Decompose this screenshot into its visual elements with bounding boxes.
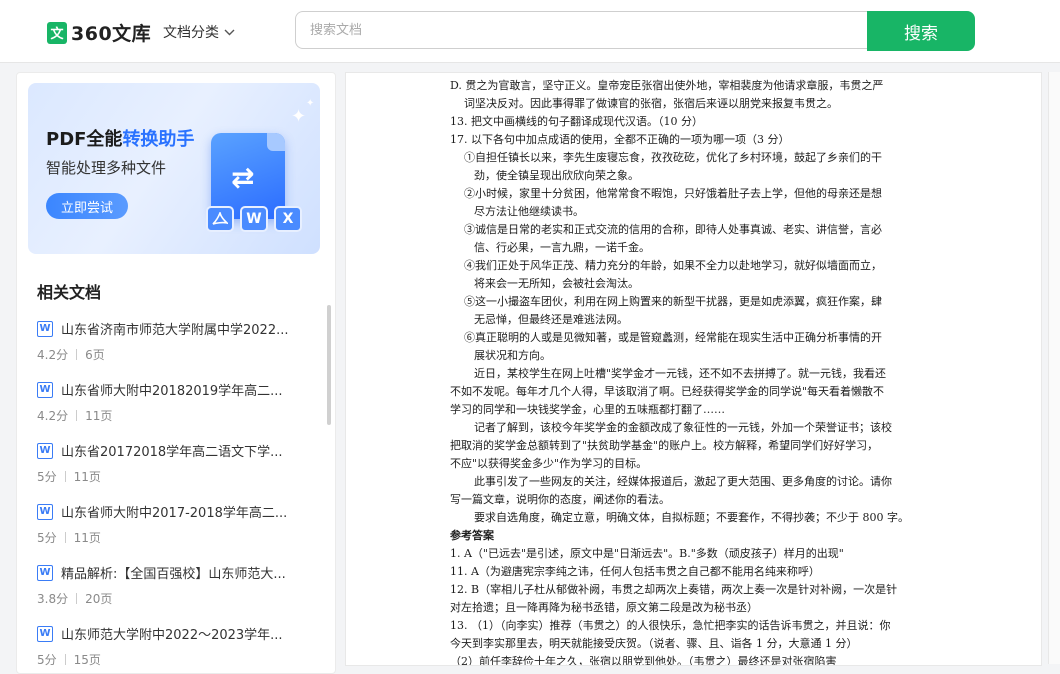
sparkle-icon: ✦ [306,98,315,109]
list-item[interactable]: W 山东省师大附中20182019学年高二... 4.2分 11页 [37,380,327,441]
doc-title[interactable]: 山东师范大学附中2022～2023学年... [61,624,306,643]
document-line: 13. 把文中画横线的句子翻译成现代汉语。（10 分） [450,115,703,128]
document-line: 无忌惮，但最终还是难逃法网。 [474,313,628,326]
document-line: ③诚信是日常的老实和正式交流的信用的合称，即待人处事真诚、老实、讲信誉，言必 [464,223,882,236]
word-doc-icon: W [37,625,53,642]
related-docs-list: W 山东省济南市师范大学附属中学2022... 4.2分 6页 W 山东省师大附中… [37,319,327,673]
category-label: 文档分类 [163,25,219,41]
doc-title[interactable]: 山东省师大附中20182019学年高二... [61,380,306,399]
document-viewer[interactable]: D. 贯之为官敢言，坚守正义。皇帝宠臣张宿出使外地，宰相裴度为他请求章服，韦贯之… [345,72,1042,666]
document-line: 近日，某校学生在网上吐槽"奖学金才一元钱，还不如不去拼搏了。就一元钱，我看还 [474,367,887,380]
related-docs-title: 相关文档 [37,283,102,302]
document-page: D. 贯之为官敢言，坚守正义。皇帝宠臣张宿出使外地，宰相裴度为他请求章服，韦贯之… [450,77,940,666]
document-line: 不如不发呢。每年才几个人得，早该取消了啊。已经获得奖学金的同学说"每天看着懒散不 [450,385,885,398]
document-line: 17. 以下各句中加点成语的使用，全都不正确的一项为哪一项（3 分） [450,133,790,146]
site-logo[interactable]: 文 360文库 [47,19,151,46]
doc-score: 5分 [37,470,57,484]
logo-text: 360文库 [71,23,152,45]
pdf-converter-banner[interactable]: PDF全能转换助手 智能处理多种文件 立即尝试 ✦ ✦ ⇄ W X [28,83,320,254]
document-line: 尽方法让他继续读书。 [474,205,584,218]
document-line: D. 贯之为官敢言，坚守正义。皇帝宠臣张宿出使外地，宰相裴度为他请求章服，韦贯之… [450,79,884,92]
document-line: 今天到李实那里去，明天就能接受庆贺。（说者、骤、且、诣各 1 分，大意通 1 分… [450,637,858,650]
word-doc-icon: W [37,564,53,581]
document-line: 12. B（宰相儿子杜从郁做补阙，韦贯之却两次上奏错，两次上奏一次是针对补阙，一… [450,583,898,596]
doc-score: 3.8分 [37,592,69,606]
document-line: 将来会一无所知，会被社会淘汰。 [474,277,639,290]
doc-pages: 11页 [85,409,113,423]
doc-pages: 6页 [85,348,105,362]
doc-pages: 15页 [73,653,101,667]
list-item[interactable]: W 山东师范大学附中2022～2023学年... 5分 15页 [37,624,327,673]
list-item[interactable]: W 精品解析:【全国百强校】山东师范大... 3.8分 20页 [37,563,327,624]
document-line: ④我们正处于风华正茂、精力充分的年龄，如果不全力以赴地学习，就好似墙面而立， [464,259,882,272]
document-line: 要求自选角度，确定立意，明确文体，自拟标题；不要套作，不得抄袭；不少于 800 … [474,511,909,524]
banner-title-highlight: 转换助手 [122,129,195,150]
doc-pages: 11页 [73,531,101,545]
list-item[interactable]: W 山东省20172018学年高二语文下学... 5分 11页 [37,441,327,502]
document-line: 劲，使全镇呈现出欣欣向荣之象。 [474,169,639,182]
document-line: 词坚决反对。因此事得罪了做谏官的张宿，张宿后来诬以朋党来报复韦贯之。 [464,97,838,110]
doc-score: 5分 [37,531,57,545]
doc-pages: 20页 [85,592,113,606]
category-dropdown[interactable]: 文档分类 [163,22,235,42]
document-line: 记者了解到，该校今年奖学金的金额改成了象征性的一元钱，外加一个荣誉证书；该校 [474,421,892,434]
sidebar: PDF全能转换助手 智能处理多种文件 立即尝试 ✦ ✦ ⇄ W X 相关文档 W… [16,72,336,674]
document-line: 展状况和方向。 [474,349,551,362]
search-input[interactable] [295,11,867,49]
document-line: ①自担任镇长以来，李先生废寝忘食，孜孜矻矻，优化了乡村环境，鼓起了乡亲们的干 [464,151,882,164]
word-doc-icon: W [37,381,53,398]
document-line: 写一篇文章，说明你的态度，阐述你的看法。 [450,493,670,506]
document-line: 此事引发了一些网友的关注，经媒体报道后，激起了更大范围、更多角度的讨论。请你 [474,475,892,488]
document-line: 1. A（"已远去"是引述，原文中是"日渐远去"。B."多数（顽皮孩子）样月的出… [450,547,844,560]
banner-title: PDF全能转换助手 [46,125,194,151]
document-line: 把取消的奖学金总额转到了"扶贫助学基金"的账户上。校方解释，希望同学们好好学习， [450,439,879,452]
doc-pages: 11页 [73,470,101,484]
converter-illustration: ✦ ✦ ⇄ W X [206,98,314,238]
sidebar-scrollbar[interactable] [327,305,331,425]
doc-title[interactable]: 精品解析:【全国百强校】山东师范大... [61,563,306,582]
doc-score: 4.2分 [37,409,69,423]
document-line: ⑤这一小撮盗车团伙，利用在网上购置来的新型干扰器，更是如虎添翼，疯狂作案，肆 [464,295,882,308]
document-line: ⑥真正聪明的人或是见微知著，或是管窥蠡测，经常能在现实生活中正确分析事情的开 [464,331,882,344]
try-now-button[interactable]: 立即尝试 [46,193,128,219]
list-item[interactable]: W 山东省济南市师范大学附属中学2022... 4.2分 6页 [37,319,327,380]
doc-score: 5分 [37,653,57,667]
doc-title[interactable]: 山东省济南市师范大学附属中学2022... [61,319,306,338]
word-doc-icon: W [37,320,53,337]
doc-title[interactable]: 山东省20172018学年高二语文下学... [61,441,306,460]
doc-score: 4.2分 [37,348,69,362]
word-doc-icon: W [37,442,53,459]
word-doc-icon: W [37,503,53,520]
document-line: 11. A（为避唐宪宗李纯之讳，任何人包括韦贯之自己都不能用名纯来称呼） [450,565,820,578]
search-bar: 搜索 [295,11,975,51]
document-line: 对左拾遗；且一降再降为秘书丞错，原文第二段是改为秘书丞） [450,601,758,614]
word-icon: W [240,206,268,232]
chevron-down-icon [224,26,235,39]
logo-icon: 文 [47,21,67,44]
excel-icon: X [274,206,302,232]
right-panel-edge [1048,72,1060,664]
document-line: 不应"以获得奖金多少"作为学习的目标。 [450,457,648,470]
banner-subtitle: 智能处理多种文件 [46,159,167,177]
document-line: 信、行必果，一言九鼎，一诺千金。 [474,241,650,254]
doc-title[interactable]: 山东省师大附中2017-2018学年高二... [61,502,306,521]
pdf-icon [206,206,234,232]
sparkle-icon: ✦ [291,106,307,127]
document-line: 参考答案 [450,529,494,542]
banner-title-plain: PDF全能 [46,129,123,150]
document-line: 学习的同学和一块钱奖学金，心里的五味瓶都打翻了…… [450,403,725,416]
top-bar: 文 360文库 文档分类 搜索 [0,0,1060,63]
document-line: ②小时候，家里十分贫困，他常常食不暇饱，只好饿着肚子去上学，但他的母亲还是想 [464,187,882,200]
document-line: 13. （1）（向李实）推荐（韦贯之）的人很快乐，急忙把李实的话告诉韦贯之，并且… [450,619,891,632]
list-item[interactable]: W 山东省师大附中2017-2018学年高二... 5分 11页 [37,502,327,563]
search-button[interactable]: 搜索 [867,11,975,51]
document-line: （2）前任李辞俭十年之久，张宿以朋党到他处。（韦贯之）最终还是对张宿陷害 [450,655,837,666]
